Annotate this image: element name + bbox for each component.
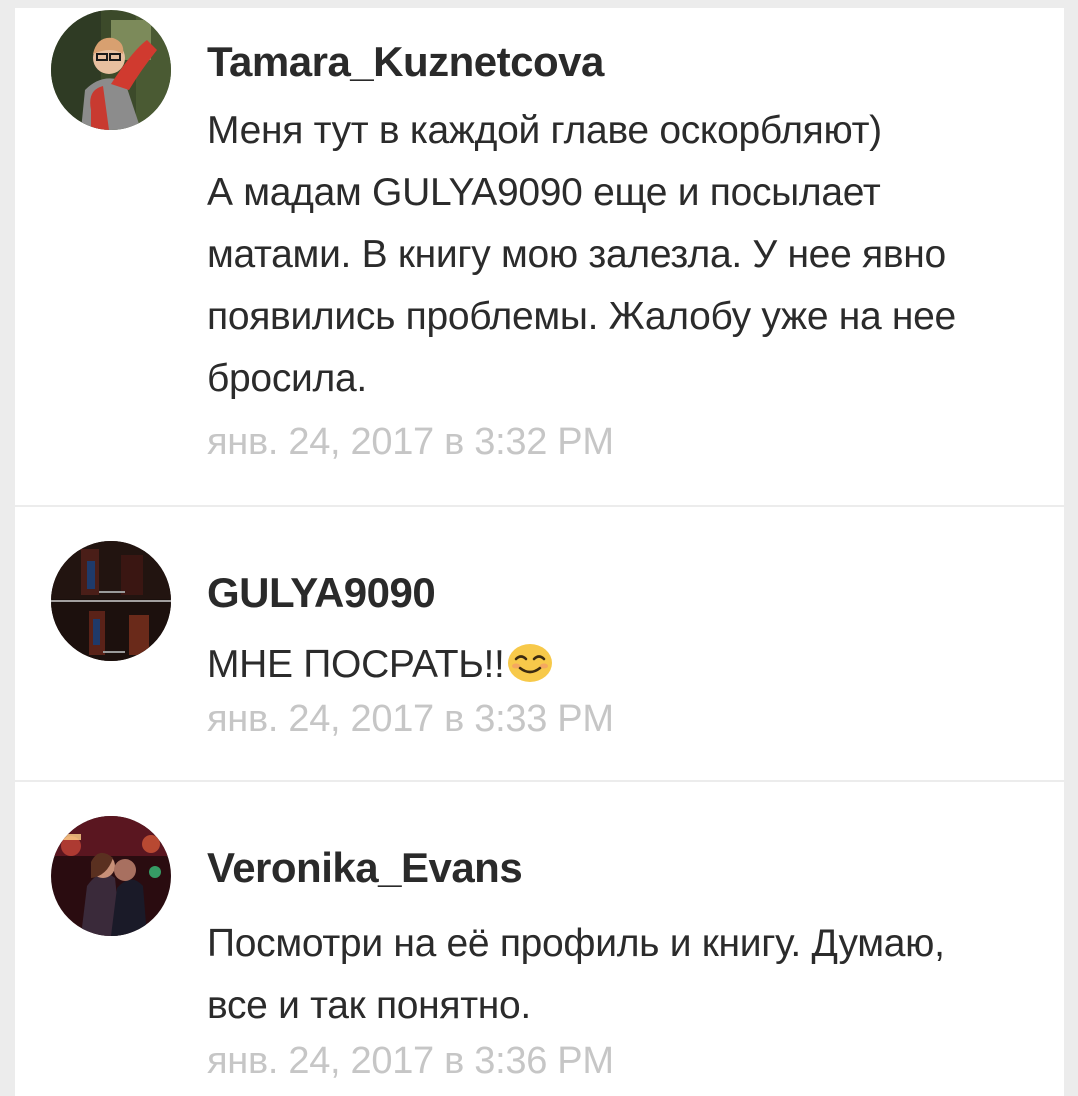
comment-text-line: МНЕ ПОСРАТЬ!! [207,634,1047,702]
author-name[interactable]: Tamara_Kuznetcova [207,38,604,86]
smiling-face-emoji-icon [507,640,553,702]
timestamp: янв. 24, 2017 в 3:36 PM [207,1040,614,1082]
comment-item: Veronika_Evans Посмотри на её профиль и … [15,782,1064,1096]
author-name[interactable]: Veronika_Evans [207,844,523,892]
comments-list: Tamara_Kuznetcova Меня тут в каждой глав… [15,8,1064,1096]
comment-text-line: Меня тут в каждой главе оскорбляют) [207,109,882,152]
timestamp: янв. 24, 2017 в 3:33 PM [207,698,614,740]
avatar[interactable] [51,541,171,661]
comment-text: Посмотри на её профиль и книгу. Думаю, в… [207,913,1047,1037]
comment-text: МНЕ ПОСРАТЬ!! [207,634,1047,702]
comment-text-line: появились проблемы. Жалобу уже на нее [207,295,956,338]
author-name[interactable]: GULYA9090 [207,569,436,617]
timestamp: янв. 24, 2017 в 3:32 PM [207,421,614,463]
avatar[interactable] [51,10,171,130]
comment-text-content: МНЕ ПОСРАТЬ!! [207,643,505,686]
comment-text-line: А мадам GULYA9090 еще и посылает [207,171,881,214]
comment-text-line: Посмотри на её профиль и книгу. Думаю, [207,922,945,965]
comment-item: GULYA9090 МНЕ ПОСРАТЬ!! янв. 24, 2017 в … [15,507,1064,780]
comment-item: Tamara_Kuznetcova Меня тут в каждой глав… [15,8,1064,505]
comment-text-line: все и так понятно. [207,984,531,1027]
comment-text-line: бросила. [207,357,367,400]
comment-text: Меня тут в каждой главе оскорбляют) А ма… [207,100,1047,410]
comment-text-line: матами. В книгу мою залезла. У нее явно [207,233,946,276]
avatar[interactable] [51,816,171,936]
